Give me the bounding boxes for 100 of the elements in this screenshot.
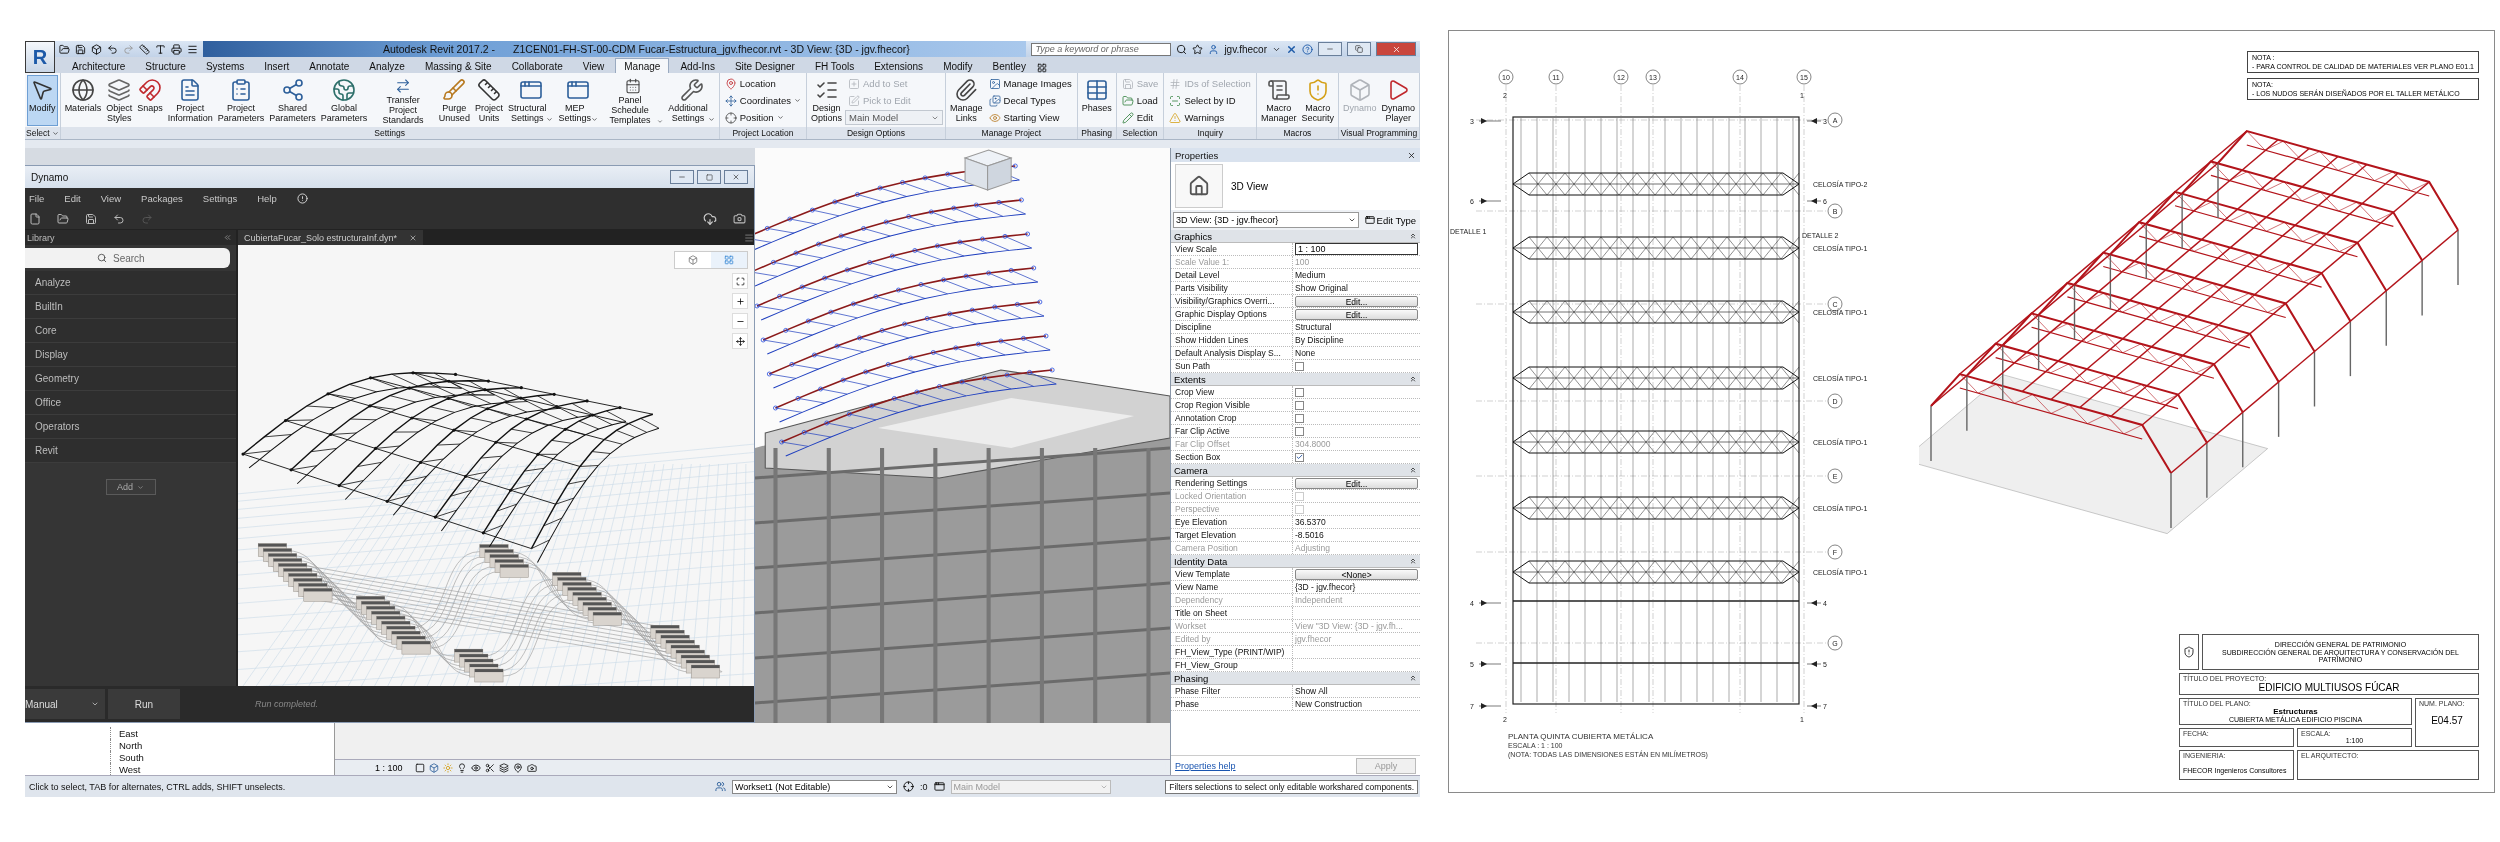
ribbon-tab[interactable]: Structure <box>136 58 195 73</box>
workset-icon[interactable] <box>715 781 726 792</box>
ribbon-tab[interactable]: Massing & Site <box>415 58 501 73</box>
scissors-icon[interactable] <box>484 762 495 773</box>
ribbon-button[interactable]: Starting View <box>985 110 1075 125</box>
ribbon-tab[interactable]: Systems <box>196 58 254 73</box>
zoom-in-button[interactable] <box>732 293 748 309</box>
property-button[interactable]: Edit... <box>1295 295 1418 307</box>
run-button[interactable]: Run <box>108 689 180 719</box>
camera-icon[interactable] <box>526 762 537 773</box>
info-icon[interactable] <box>296 192 308 204</box>
help-search-field[interactable]: Type a keyword or phrase <box>1031 42 1172 56</box>
undo-icon[interactable] <box>107 43 118 55</box>
close-button[interactable] <box>724 170 748 184</box>
x-logo-icon[interactable] <box>1286 43 1297 55</box>
library-category[interactable]: Office <box>25 391 236 415</box>
library-category[interactable]: BuiltIn <box>25 295 236 319</box>
ribbon-tab[interactable]: Collaborate <box>502 58 572 73</box>
collapse-icon[interactable] <box>223 233 232 242</box>
workset-dropdown[interactable]: Workset1 (Not Editable) <box>732 779 897 794</box>
camera-icon[interactable] <box>733 212 746 225</box>
library-category[interactable]: Geometry <box>25 367 236 391</box>
ribbon-button[interactable]: Panel Schedule Templates <box>600 75 666 126</box>
undo-icon[interactable] <box>113 212 125 225</box>
restore-button[interactable] <box>1347 42 1371 56</box>
view-toggle[interactable] <box>711 252 747 268</box>
ribbon-button[interactable]: Object Styles <box>104 75 135 126</box>
ribbon-button[interactable]: Location <box>721 76 804 91</box>
fit-view-button[interactable] <box>732 273 748 289</box>
ribbon-button[interactable]: Macro Security <box>1299 75 1336 126</box>
menu-item[interactable]: File <box>29 192 45 204</box>
library-search-field[interactable]: Search <box>25 248 230 268</box>
ribbon-button[interactable]: Position <box>721 110 804 125</box>
menu-item[interactable]: Help <box>257 192 277 204</box>
folder-icon[interactable] <box>57 212 69 225</box>
ribbon-button[interactable]: Manage Links <box>948 75 985 126</box>
ribbon-tab[interactable]: Architecture <box>63 58 135 73</box>
property-button[interactable]: <None> <box>1295 568 1418 580</box>
ribbon-button[interactable]: Select by ID <box>1166 93 1254 108</box>
panel-title[interactable]: Select <box>25 127 60 139</box>
library-category[interactable]: Analyze <box>25 271 236 295</box>
window-icon[interactable] <box>933 781 945 792</box>
library-category[interactable]: Operators <box>25 415 236 439</box>
cube-icon[interactable] <box>91 43 102 55</box>
ribbon-tab[interactable]: Site Designer <box>725 58 804 73</box>
property-input[interactable]: 1 : 100 <box>1295 243 1418 255</box>
ribbon-button[interactable]: Purge Unused <box>436 75 472 126</box>
ribbon-button[interactable]: Materials <box>62 75 104 126</box>
add-button[interactable]: Add <box>105 479 156 495</box>
group-header[interactable]: Identity Data <box>1171 555 1420 568</box>
ruler-icon[interactable] <box>139 43 150 55</box>
maximize-button[interactable] <box>697 170 721 184</box>
browser-item[interactable]: East <box>110 727 334 739</box>
ribbon-button[interactable]: Modify <box>27 75 58 126</box>
ribbon-button[interactable]: Edit <box>1118 110 1162 125</box>
cloud-download-icon[interactable] <box>703 211 717 226</box>
instance-dropdown[interactable]: 3D View: {3D - jgv.fhecor} <box>1173 212 1359 228</box>
ribbon-tab[interactable]: Annotate <box>300 58 359 73</box>
ribbon-button[interactable]: Shared Parameters <box>267 75 318 126</box>
library-category[interactable]: Revit <box>25 439 236 463</box>
close-icon[interactable] <box>1407 150 1416 160</box>
application-menu-button[interactable]: R <box>25 41 55 73</box>
ribbon-button[interactable]: Warnings <box>1166 110 1254 125</box>
ribbon-toggle-icon[interactable] <box>1036 63 1047 73</box>
ribbon-button[interactable]: Macro Manager <box>1258 75 1299 126</box>
ribbon-button[interactable]: Project Units <box>472 75 505 126</box>
map-pin-icon[interactable] <box>512 762 523 773</box>
ribbon-button[interactable]: Project Parameters <box>215 75 267 126</box>
checkbox[interactable] <box>1295 387 1304 397</box>
ribbon-tab[interactable]: FH Tools <box>805 58 864 73</box>
ribbon-button[interactable]: Coordinates <box>721 93 804 108</box>
menu-item[interactable]: View <box>100 192 122 204</box>
star-icon[interactable] <box>1192 43 1204 55</box>
ribbon-button[interactable]: Project Information <box>165 75 215 126</box>
ribbon-button[interactable]: Design Options <box>809 75 845 126</box>
filter-icon[interactable] <box>903 781 914 792</box>
ribbon-tab[interactable]: View <box>573 58 614 73</box>
ribbon-tab[interactable]: Extensions <box>865 58 933 73</box>
menu-item[interactable]: Edit <box>64 192 81 204</box>
save-icon[interactable] <box>75 43 86 55</box>
document-tab[interactable]: CubiertaFucar_Solo estructuraInf.dyn* <box>238 230 424 245</box>
menu-item[interactable]: Settings <box>202 192 238 204</box>
save-icon[interactable] <box>85 212 97 225</box>
ribbon-button[interactable]: Snaps <box>135 75 165 126</box>
ribbon-button[interactable]: Dynamo Player <box>1379 75 1417 126</box>
run-mode-dropdown[interactable]: Manual <box>25 689 105 719</box>
menu-item[interactable]: Packages <box>141 192 183 204</box>
ribbon-tab[interactable]: Bentley <box>983 58 1035 73</box>
eye-icon[interactable] <box>470 762 481 773</box>
checkbox[interactable] <box>1295 452 1304 462</box>
ribbon-button[interactable]: Phases <box>1079 75 1114 126</box>
edit-type-button[interactable]: Edit Type <box>1362 212 1418 228</box>
ribbon-button[interactable]: Manage Images <box>985 76 1075 91</box>
property-button[interactable]: Edit... <box>1295 308 1418 320</box>
model-dropdown[interactable]: Main Model <box>845 110 944 125</box>
group-header[interactable]: Graphics <box>1171 230 1420 243</box>
user-icon[interactable] <box>1208 43 1220 55</box>
bulb-icon[interactable] <box>456 762 467 773</box>
ribbon-button[interactable]: Additional Settings <box>666 75 717 126</box>
ribbon-button[interactable]: Decal Types <box>985 93 1075 108</box>
